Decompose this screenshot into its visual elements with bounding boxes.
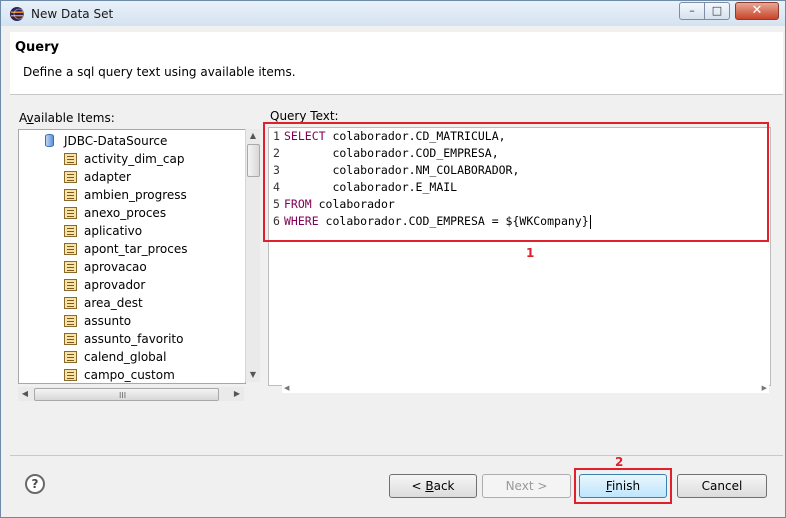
table-icon xyxy=(64,351,77,363)
available-items-tree[interactable]: JDBC-DataSource activity_dim_capadapter a… xyxy=(18,129,246,384)
tree-root-label: JDBC-DataSource xyxy=(64,134,168,148)
scroll-right-icon[interactable]: ▶ xyxy=(230,387,244,401)
tree-item-label: activity_dim_cap xyxy=(84,152,185,166)
tree-item-table[interactable]: assunto_favorito xyxy=(19,330,245,348)
table-icon xyxy=(64,189,77,201)
tree-vertical-scrollbar[interactable]: ▲ ▼ xyxy=(245,129,260,382)
footer-divider xyxy=(10,455,783,456)
wizard-header: Query Define a sql query text using avai… xyxy=(10,32,783,94)
tree-item-table[interactable]: calend_global xyxy=(19,348,245,366)
query-highlight-box xyxy=(263,122,769,242)
close-button[interactable]: ✕ xyxy=(735,2,779,20)
page-title: Query xyxy=(15,40,60,55)
tree-item-label: aplicativo xyxy=(84,224,143,238)
tree-item-table[interactable]: campo_custom xyxy=(19,366,245,383)
scroll-right-icon[interactable]: ▶ xyxy=(762,384,767,392)
minimize-icon: – xyxy=(689,4,695,17)
cancel-button[interactable]: Cancel xyxy=(677,474,767,498)
tree-item-label: assunto_favorito xyxy=(84,332,184,346)
horizontal-scroll-thumb[interactable]: III xyxy=(34,388,219,401)
table-icon xyxy=(64,369,77,381)
tree-item-table[interactable]: anexo_proces xyxy=(19,204,245,222)
query-text-label: Query Text: xyxy=(270,109,339,123)
tree-item-label: anexo_proces xyxy=(84,206,167,220)
next-button[interactable]: Next > xyxy=(482,474,571,498)
mnemonic-char: v xyxy=(26,111,34,125)
table-icon xyxy=(64,171,77,183)
maximize-button[interactable]: □ xyxy=(704,2,730,20)
help-icon[interactable]: ? xyxy=(25,474,45,494)
table-icon xyxy=(64,243,77,255)
back-button[interactable]: < Back xyxy=(389,474,477,498)
annotation-marker-2: 2 xyxy=(615,455,624,469)
tree-item-label: assunto xyxy=(84,314,132,328)
page-description: Define a sql query text using available … xyxy=(23,65,296,79)
table-icon xyxy=(64,279,77,291)
table-icon xyxy=(64,153,77,165)
title-bar: New Data Set – □ ✕ xyxy=(1,1,785,26)
close-icon: ✕ xyxy=(751,3,763,18)
table-icon xyxy=(64,333,77,345)
datasource-icon xyxy=(45,134,54,147)
editor-horizontal-scrollbar[interactable]: ◀ ▶ xyxy=(282,384,769,393)
tree-item-label: campo_custom xyxy=(84,368,175,382)
tree-item-table[interactable]: activity_dim_cap xyxy=(19,150,245,168)
scroll-left-icon[interactable]: ◀ xyxy=(284,384,289,392)
tree-item-table[interactable]: aprovador xyxy=(19,276,245,294)
new-data-set-dialog: New Data Set – □ ✕ Query Define a sql qu… xyxy=(0,0,786,518)
maximize-icon: □ xyxy=(711,4,723,17)
tree-item-label: aprovacao xyxy=(84,260,147,274)
tree-item-table[interactable]: apont_tar_proces xyxy=(19,240,245,258)
tree-item-label: area_dest xyxy=(84,296,143,310)
tree-item-table[interactable]: area_dest xyxy=(19,294,245,312)
tree-item-label: ambien_progress xyxy=(84,188,187,202)
finish-highlight-box xyxy=(574,468,672,504)
table-icon xyxy=(64,207,77,219)
scroll-left-icon[interactable]: ◀ xyxy=(18,387,32,401)
minimize-button[interactable]: – xyxy=(679,2,705,20)
header-divider xyxy=(10,94,783,95)
tree-item-label: apont_tar_proces xyxy=(84,242,188,256)
tree-item-label: adapter xyxy=(84,170,131,184)
tree-item-table[interactable]: assunto xyxy=(19,312,245,330)
table-icon xyxy=(64,297,77,309)
mnemonic-char: B xyxy=(425,479,434,493)
tree-item-table[interactable]: ambien_progress xyxy=(19,186,245,204)
tree-item-table[interactable]: adapter xyxy=(19,168,245,186)
tree-item-table[interactable]: aplicativo xyxy=(19,222,245,240)
scroll-up-icon[interactable]: ▲ xyxy=(246,129,260,143)
tree-root-datasource[interactable]: JDBC-DataSource xyxy=(19,132,245,150)
table-icon xyxy=(64,315,77,327)
tree-item-label: calend_global xyxy=(84,350,167,364)
tree-item-table[interactable]: aprovacao xyxy=(19,258,245,276)
table-icon xyxy=(64,261,77,273)
annotation-marker-1: 1 xyxy=(526,246,535,260)
tree-horizontal-scrollbar[interactable]: ◀ III ▶ xyxy=(18,387,244,401)
tree-item-label: aprovador xyxy=(84,278,146,292)
scroll-grip: III xyxy=(119,391,127,400)
scroll-down-icon[interactable]: ▼ xyxy=(246,368,260,382)
window-title: New Data Set xyxy=(31,7,114,21)
available-items-label: Available Items: xyxy=(19,111,115,125)
table-icon xyxy=(64,225,77,237)
eclipse-logo-icon xyxy=(10,7,25,21)
